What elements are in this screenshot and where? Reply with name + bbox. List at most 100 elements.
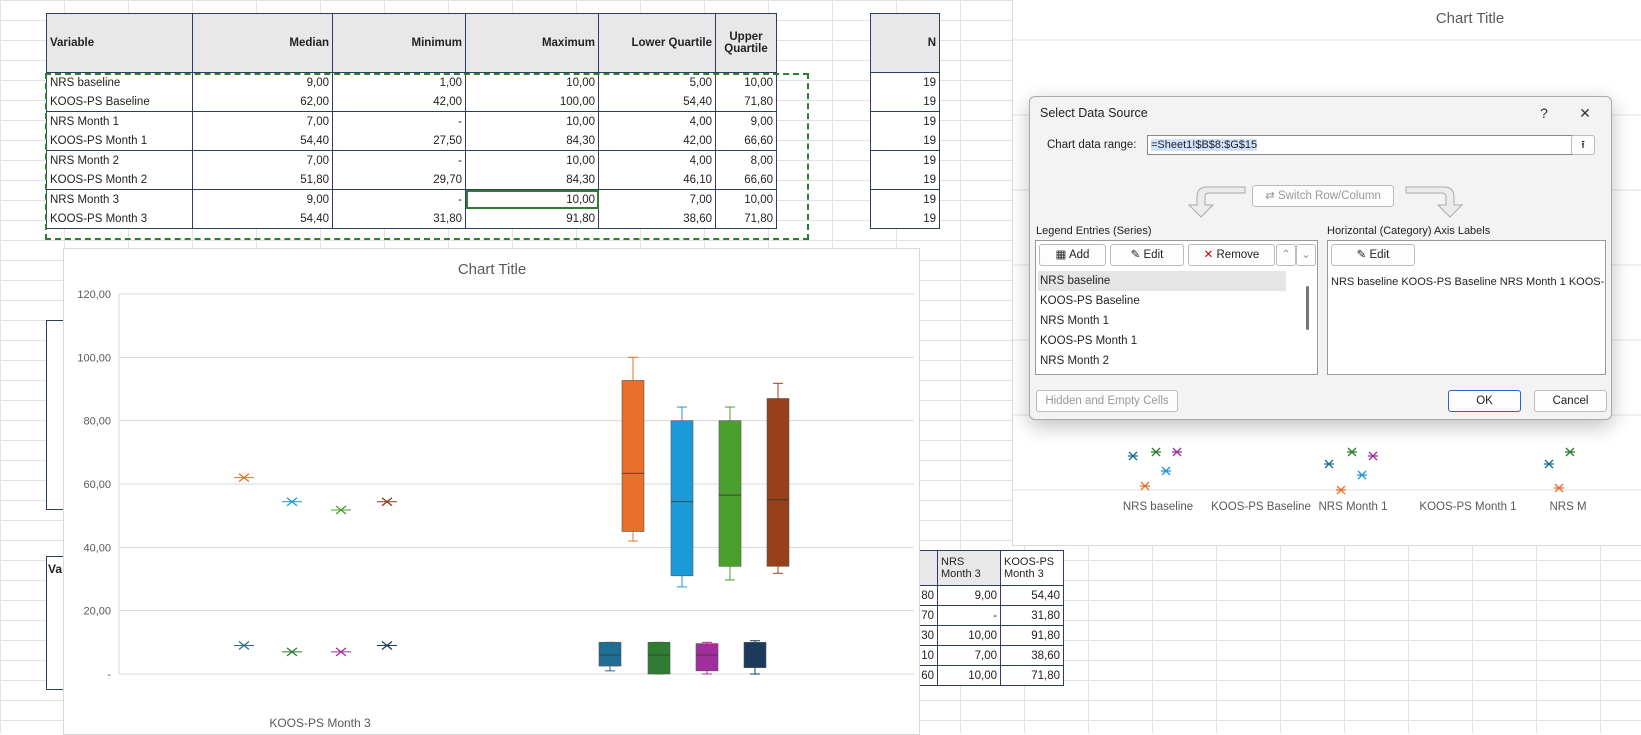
table-cell[interactable]: 54,40 xyxy=(192,209,333,229)
table-cell[interactable]: 31,80 xyxy=(1000,605,1064,626)
series-list-item[interactable]: NRS baseline xyxy=(1038,271,1286,291)
table-cell[interactable]: 51,80 xyxy=(192,170,333,190)
move-down-button[interactable]: ⌄ xyxy=(1296,244,1316,266)
table-cell[interactable]: 66,60 xyxy=(715,131,777,151)
series-list-item[interactable]: NRS Month 2 xyxy=(1038,351,1286,371)
table-cell[interactable]: 7,00 xyxy=(192,111,333,131)
header-upper-quartile[interactable]: Upper Quartile xyxy=(715,13,777,73)
table-row[interactable]: 19 xyxy=(870,209,940,229)
cancel-button[interactable]: Cancel xyxy=(1534,390,1607,412)
table-row[interactable]: 19 xyxy=(870,170,940,190)
add-series-button[interactable]: ▦ Add xyxy=(1039,244,1106,266)
table-cell[interactable]: 38,60 xyxy=(1000,645,1064,666)
table-cell[interactable]: NRS Month 3 xyxy=(46,189,193,209)
header-minimum[interactable]: Minimum xyxy=(332,13,466,73)
table-cell[interactable]: 29,70 xyxy=(332,170,466,190)
month3-table[interactable]: NRS Month 3 KOOS-PS Month 3 80 9,00 54,40 70-… xyxy=(905,550,1064,686)
table-cell[interactable]: 71,80 xyxy=(715,209,777,229)
table-cell[interactable]: 42,00 xyxy=(332,92,466,112)
table-cell[interactable]: 4,00 xyxy=(598,150,716,170)
table-cell[interactable]: 46,10 xyxy=(598,170,716,190)
select-data-source-dialog[interactable]: Select Data Source ? ✕ Chart data range:… xyxy=(1029,96,1612,420)
table-cell[interactable]: 84,30 xyxy=(465,131,599,151)
table-cell[interactable]: 1,00 xyxy=(332,72,466,92)
table-cell[interactable]: 54,40 xyxy=(598,92,716,112)
right-chart-title[interactable]: Chart Title xyxy=(1436,10,1504,27)
table-cell[interactable]: 54,40 xyxy=(192,131,333,151)
edit-axis-labels-button[interactable]: ✎ Edit xyxy=(1331,244,1415,266)
edit-series-button[interactable]: ✎ Edit xyxy=(1110,244,1184,266)
table-row[interactable]: KOOS-PS Month 1 54,40 27,50 84,30 42,00 66,60 xyxy=(46,131,777,151)
series-scrollbar[interactable] xyxy=(1306,286,1309,330)
table-row[interactable]: KOOS-PS Month 3 54,40 31,80 91,80 38,60 71,80 xyxy=(46,209,777,229)
axis-labels-panel[interactable]: ✎ Edit NRS baseline KOOS-PS Baseline NRS… xyxy=(1327,240,1606,375)
table-cell[interactable]: 38,60 xyxy=(598,209,716,229)
hidden-empty-cells-button[interactable]: Hidden and Empty Cells xyxy=(1036,390,1178,412)
table-cell[interactable]: 10,00 xyxy=(465,111,599,131)
table-cell[interactable]: 71,80 xyxy=(1000,665,1064,686)
table-row[interactable]: 19 xyxy=(870,72,940,92)
table-cell[interactable]: KOOS-PS Month 2 xyxy=(46,170,193,190)
table-cell[interactable]: 71,80 xyxy=(715,92,777,112)
table-cell[interactable]: - xyxy=(332,189,466,209)
table-row[interactable]: NRS baseline 9,00 1,00 10,00 5,00 10,00 xyxy=(46,72,777,92)
table-row[interactable]: NRS Month 2 7,00-10,00 4,00 8,00 xyxy=(46,150,777,170)
table-row[interactable]: 70-31,80 xyxy=(905,605,1064,626)
move-up-button[interactable]: ⌃ xyxy=(1276,244,1296,266)
collapse-range-icon[interactable]: ⭱ xyxy=(1571,135,1595,155)
help-button[interactable]: ? xyxy=(1527,101,1561,125)
table-cell[interactable]: 91,80 xyxy=(1000,625,1064,646)
table-cell[interactable]: 10,00 xyxy=(715,189,777,209)
table-row[interactable]: 80 9,00 54,40 xyxy=(905,585,1064,606)
table-cell[interactable]: 27,50 xyxy=(332,131,466,151)
n-cell[interactable]: 19 xyxy=(870,170,940,190)
table-cell[interactable]: 5,00 xyxy=(598,72,716,92)
n-cell[interactable]: 19 xyxy=(870,189,940,209)
switch-row-column-button[interactable]: ⇄ Switch Row/Column xyxy=(1252,185,1394,207)
n-cell[interactable]: 19 xyxy=(870,150,940,170)
table-cell[interactable]: 66,60 xyxy=(715,170,777,190)
table-cell[interactable]: 9,00 xyxy=(937,585,1001,606)
chart-title[interactable]: Chart Title xyxy=(458,261,526,278)
n-cell[interactable]: 19 xyxy=(870,92,940,112)
table-row[interactable]: 19 xyxy=(870,150,940,170)
box-whisker-chart[interactable]: Chart Title - 20,00 40,00 60,00 80,00 100,00 1… xyxy=(63,248,920,735)
table-cell[interactable]: NRS Month 2 xyxy=(46,150,193,170)
table-cell[interactable]: 91,80 xyxy=(465,209,599,229)
table-cell[interactable]: 10,00 xyxy=(465,72,599,92)
table-cell[interactable]: NRS baseline xyxy=(46,72,193,92)
table-cell[interactable]: 8,00 xyxy=(715,150,777,170)
table-cell[interactable]: 54,40 xyxy=(1000,585,1064,606)
header-lower-quartile[interactable]: Lower Quartile xyxy=(598,13,716,73)
n-cell[interactable]: 19 xyxy=(870,111,940,131)
header-median[interactable]: Median xyxy=(192,13,333,73)
table-row[interactable]: NRS Month 3 9,00-10,00 7,00 10,00 xyxy=(46,189,777,209)
table-cell[interactable]: 9,00 xyxy=(192,189,333,209)
table-cell[interactable]: 10,00 xyxy=(465,150,599,170)
table-cell[interactable]: 9,00 xyxy=(192,72,333,92)
header-n[interactable]: N xyxy=(870,13,940,73)
statistics-table[interactable]: Variable Median Minimum Maximum Lower Qu… xyxy=(46,13,777,229)
table-cell[interactable]: 31,80 xyxy=(332,209,466,229)
table-cell[interactable]: 4,00 xyxy=(598,111,716,131)
series-list-item[interactable]: NRS Month 1 xyxy=(1038,311,1286,331)
table-cell[interactable]: 10,00 xyxy=(937,665,1001,686)
table-cell[interactable]: 7,00 xyxy=(937,645,1001,666)
table-cell[interactable]: NRS Month 1 xyxy=(46,111,193,131)
table-cell[interactable]: 7,00 xyxy=(598,189,716,209)
table-row[interactable]: NRS Month 1 7,00-10,00 4,00 9,00 xyxy=(46,111,777,131)
n-column-table[interactable]: N 19 19 19 19 19 19 19 19 xyxy=(870,13,940,229)
header-variable[interactable]: Variable xyxy=(46,13,193,73)
series-list-item[interactable]: KOOS-PS Baseline xyxy=(1038,291,1286,311)
remove-series-button[interactable]: ✕ Remove xyxy=(1188,244,1275,266)
table-cell[interactable]: - xyxy=(937,605,1001,626)
table-row[interactable]: 19 xyxy=(870,111,940,131)
table-cell[interactable]: KOOS-PS Baseline xyxy=(46,92,193,112)
n-cell[interactable]: 19 xyxy=(870,209,940,229)
table-row[interactable]: 30 10,00 91,80 xyxy=(905,625,1064,646)
table-cell[interactable]: 84,30 xyxy=(465,170,599,190)
table-cell[interactable]: 10,00 xyxy=(465,189,599,209)
table-row[interactable]: 19 xyxy=(870,189,940,209)
table-row[interactable]: 60 10,00 71,80 xyxy=(905,665,1064,686)
table-cell[interactable]: - xyxy=(332,111,466,131)
